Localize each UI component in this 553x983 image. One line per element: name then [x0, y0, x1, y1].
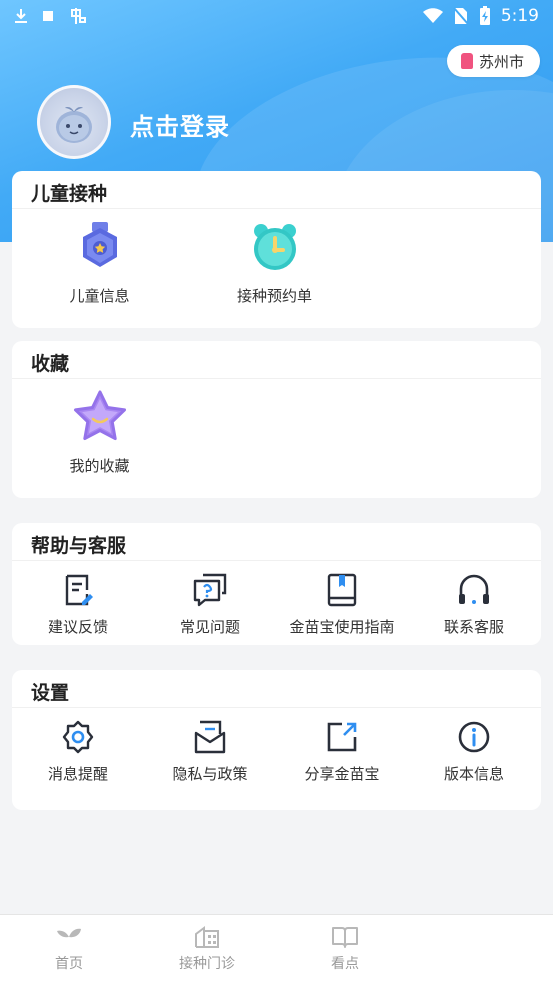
- city-label: 苏州市: [478, 52, 524, 71]
- privacy-icon: [194, 720, 226, 754]
- tab-home[interactable]: 首页: [0, 915, 138, 983]
- tab-home-label: 首页: [55, 956, 83, 972]
- child-info-button[interactable]: 儿童信息: [12, 209, 187, 306]
- tab-highlights-label: 看点: [331, 956, 359, 972]
- feedback-icon: [65, 574, 93, 606]
- appointment-list-button[interactable]: 接种预约单: [187, 209, 362, 306]
- sprout-icon: [57, 928, 81, 947]
- settings-card: 设置 消息提醒 隐私与政策 分享金苗宝 版本信息: [12, 670, 541, 810]
- share-icon: [327, 722, 357, 752]
- bottom-tab-bar: 首页 接种门诊 看点: [0, 914, 553, 983]
- user-guide-label: 金苗宝使用指南: [289, 618, 395, 636]
- vaccination-card: 儿童接种 儿童信息 接种预约单: [12, 171, 541, 328]
- status-bar: 5:19: [0, 0, 553, 32]
- contact-support-button[interactable]: 联系客服: [408, 561, 540, 637]
- my-favorites-label: 我的收藏: [69, 457, 130, 475]
- contact-support-label: 联系客服: [443, 618, 504, 636]
- tab-clinic[interactable]: 接种门诊: [138, 915, 276, 983]
- clinic-icon: [195, 926, 219, 948]
- download-icon: [15, 9, 27, 23]
- no-sim-icon: [453, 7, 469, 25]
- share-app-button[interactable]: 分享金苗宝: [276, 708, 408, 784]
- star-icon: [73, 390, 126, 441]
- privacy-policy-label: 隐私与政策: [172, 765, 248, 783]
- battery-charging-icon: [479, 6, 490, 25]
- alarm-clock-icon: [253, 224, 296, 270]
- book-icon: [332, 927, 358, 948]
- avatar[interactable]: [37, 85, 111, 159]
- version-info-button[interactable]: 版本信息: [408, 708, 540, 784]
- share-app-label: 分享金苗宝: [304, 765, 380, 783]
- feedback-label: 建议反馈: [47, 618, 108, 636]
- tab-clinic-label: 接种门诊: [179, 956, 235, 972]
- status-time: 5:19: [500, 6, 539, 26]
- faq-label: 常见问题: [179, 618, 240, 636]
- privacy-policy-button[interactable]: 隐私与政策: [144, 708, 276, 784]
- appointment-list-label: 接种预约单: [236, 287, 312, 305]
- version-info-label: 版本信息: [443, 765, 504, 783]
- user-guide-button[interactable]: 金苗宝使用指南: [276, 561, 408, 637]
- section-title: 收藏: [12, 341, 541, 379]
- faq-button[interactable]: 常见问题: [144, 561, 276, 637]
- section-title: 儿童接种: [12, 171, 541, 209]
- faq-icon: [193, 573, 227, 607]
- section-title: 设置: [12, 670, 541, 708]
- message-reminder-button[interactable]: 消息提醒: [12, 708, 144, 784]
- wifi-icon: [422, 8, 443, 23]
- app-notification-icon: [71, 8, 86, 24]
- message-reminder-label: 消息提醒: [47, 765, 108, 783]
- mascot-icon: [56, 107, 92, 143]
- favorites-card: 收藏 我的收藏: [12, 341, 541, 498]
- child-info-label: 儿童信息: [69, 287, 130, 305]
- child-badge-icon: [82, 222, 117, 267]
- city-selector[interactable]: 苏州市: [446, 45, 540, 77]
- guide-book-icon: [327, 573, 357, 607]
- help-card: 帮助与客服 建议反馈 常见问题 金苗宝使用指南 联系客服: [12, 523, 541, 645]
- headset-icon: [459, 574, 489, 604]
- feedback-button[interactable]: 建议反馈: [12, 561, 144, 637]
- login-link[interactable]: 点击登录: [130, 107, 230, 142]
- tab-highlights[interactable]: 看点: [276, 915, 414, 983]
- gear-icon: [62, 720, 94, 754]
- square-notification-icon: [43, 11, 53, 21]
- section-title: 帮助与客服: [12, 523, 541, 561]
- my-favorites-button[interactable]: 我的收藏: [12, 379, 187, 476]
- location-tag-icon: [460, 53, 473, 69]
- info-icon: [458, 721, 490, 753]
